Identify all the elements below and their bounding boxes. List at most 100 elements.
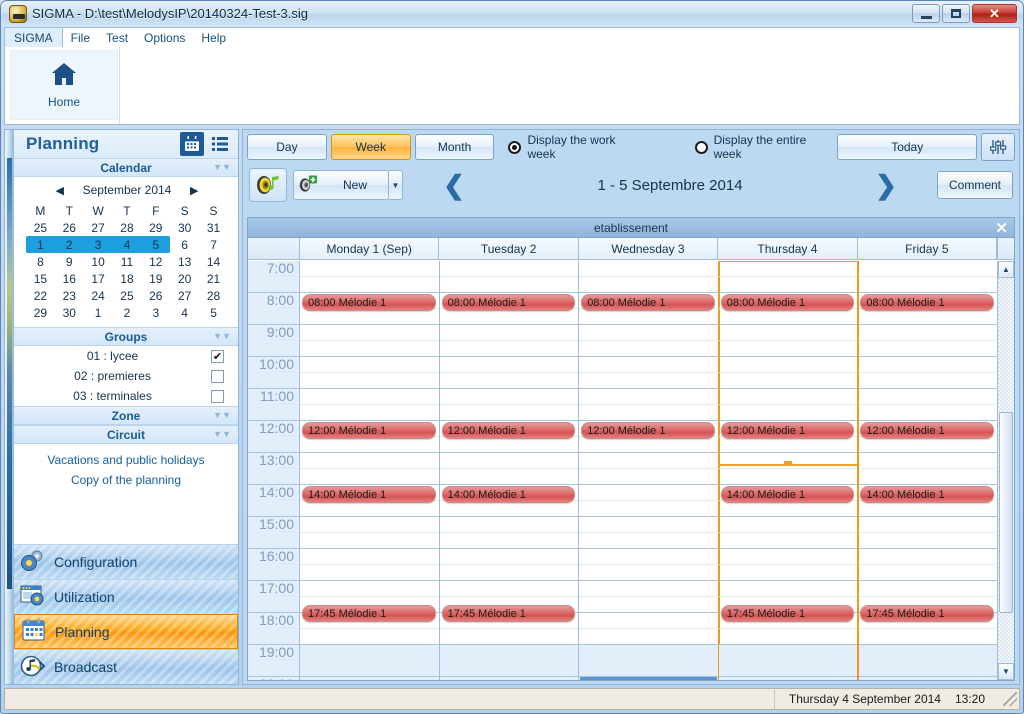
calendar-cell[interactable] [300,645,439,677]
calendar-day-cell[interactable]: 3 [141,304,170,321]
calendar-event[interactable]: 17:45 Mélodie 1 [720,605,855,623]
next-week-button[interactable]: ❯ [875,170,897,200]
radio-work-week[interactable]: Display the work week [508,133,646,161]
calendar-cell[interactable] [579,613,718,645]
calendar-cell[interactable] [718,549,858,581]
menu-item-help[interactable]: Help [193,31,234,45]
scroll-down-button[interactable]: ▼ [998,663,1014,680]
view-button-month[interactable]: Month [414,134,495,160]
calendar-cell[interactable] [300,389,439,421]
calendar-day-cell[interactable]: 2 [113,304,142,321]
calendar-cell[interactable] [300,261,439,293]
calendar-day-cell[interactable]: 20 [170,270,199,287]
new-button[interactable]: New [293,170,389,200]
calendar-cell[interactable] [439,549,579,581]
calendar-cell[interactable] [579,549,718,581]
calendar-day-cell[interactable]: 6 [170,236,199,253]
calendar-cell[interactable] [718,261,858,293]
calendar-day-cell[interactable]: 22 [26,287,55,304]
calendar-cell[interactable] [579,645,718,677]
calendar-cell[interactable] [579,581,718,613]
day-column-friday[interactable]: 08:00 Mélodie 1 12:00 Mélodie 1 14:00 Mélo… [858,261,997,680]
view-button-week[interactable]: Week [330,134,411,160]
calendar-day-cell[interactable]: 5 [141,236,171,253]
calendar-cell[interactable] [718,645,858,677]
day-header-tuesday[interactable]: Tuesday 2 [439,238,579,259]
calendar-event[interactable]: 12:00 Mélodie 1 [860,422,994,439]
calendar-event[interactable]: 17:45 Mélodie 1 [441,605,576,623]
calendar-cell[interactable] [579,325,718,357]
calendar-event[interactable]: 14:00 Mélodie 1 [860,486,994,503]
menu-item-test[interactable]: Test [98,31,136,45]
calendar-day-cell[interactable]: 9 [55,253,84,270]
sidebar-nav-item-broadcast[interactable]: Broadcast [14,649,238,684]
calendar-cell[interactable] [439,389,579,421]
calendar-event[interactable]: 08:00 Mélodie 1 [441,294,576,311]
calendar-event[interactable]: 12:00 Mélodie 1 [302,422,436,439]
view-button-day[interactable]: Day [247,134,327,160]
calendar-event[interactable]: 17:45 Mélodie 1 [860,605,994,623]
calendar-day-cell[interactable]: 10 [84,253,113,270]
calendar-cell[interactable] [718,325,858,357]
radio-entire-week[interactable]: Display the entire week [694,133,838,161]
calendar-day-cell[interactable]: 8 [26,253,55,270]
calendar-day-cell[interactable]: 15 [26,270,55,287]
calendar-day-cell[interactable]: 1 [84,304,113,321]
calendar-day-cell[interactable]: 19 [141,270,170,287]
sidebar-section-calendar[interactable]: Calendar ▼▼ [14,158,238,177]
group-row[interactable]: 01 : lycee ✔ [14,346,238,366]
group-checkbox[interactable] [211,389,224,403]
calendar-day-cell[interactable]: 1 [26,236,55,253]
calendar-cell[interactable] [718,517,858,549]
calendar-day-cell[interactable]: 5 [199,304,228,321]
calendar-cell[interactable] [300,325,439,357]
link-copy-planning[interactable]: Copy of the planning [14,470,238,490]
calendar-event[interactable]: 14:00 Mélodie 1 [720,486,855,503]
day-column-tuesday[interactable]: 08:00 Mélodie 1 12:00 Mélodie 1 14:00 Mélo… [439,261,580,680]
sidebar-nav-item-utilization[interactable]: Utilization [14,579,238,614]
close-button[interactable]: ✕ [972,4,1017,23]
calendar-cell[interactable] [718,677,858,680]
calendar-day-cell[interactable]: 13 [170,253,199,270]
today-button[interactable]: Today [837,134,978,160]
calendar-cell[interactable] [718,389,858,421]
new-dropdown-button[interactable]: ▼ [389,170,403,200]
calendar-cell[interactable] [858,261,997,293]
sidebar-section-circuit[interactable]: Circuit ▼▼ [14,425,238,444]
day-header-thursday[interactable]: Thursday 4 [718,238,858,259]
calendar-event[interactable]: 14:00 Mélodie 1 [441,486,576,503]
calendar-day-cell[interactable]: 23 [55,287,84,304]
calendar-day-cell[interactable]: 11 [113,253,142,270]
scroll-up-button[interactable]: ▲ [998,261,1014,278]
calendar-event[interactable]: 12:00 Mélodie 1 [720,422,855,439]
calendar-cell[interactable] [858,357,997,389]
calendar-cell[interactable] [718,357,858,389]
calendar-event[interactable]: 12:00 Mélodie 1 [581,422,715,439]
calendar-cell[interactable] [439,453,579,485]
calendar-cell[interactable] [858,677,997,680]
calendar-cell[interactable] [579,453,718,485]
calendar-event[interactable]: 12:00 Mélodie 1 [441,422,576,439]
day-column-monday[interactable]: 08:00 Mélodie 1 12:00 Mélodie 1 14:00 Mélo… [300,261,440,680]
calendar-prev-month-button[interactable]: ◀ [56,184,64,197]
group-checkbox[interactable]: ✔ [211,349,224,363]
calendar-cell[interactable] [439,677,579,680]
day-column-thursday[interactable]: 08:00 Mélodie 1 12:00 Mélodie 1 14:00 Mélo… [717,261,860,680]
calendar-day-cell[interactable]: 16 [55,270,84,287]
group-row[interactable]: 03 : terminales [14,386,238,406]
calendar-cell[interactable] [300,517,439,549]
speaker-music-icon[interactable] [249,168,287,202]
calendar-vertical-scrollbar[interactable]: ▲ ▼ [997,261,1014,680]
calendar-day-cell[interactable]: 30 [170,219,199,236]
sidebar-nav-item-configuration[interactable]: Configuration [14,544,238,579]
calendar-day-cell[interactable]: 18 [113,270,142,287]
calendar-cell[interactable] [439,325,579,357]
calendar-cell[interactable] [858,453,997,485]
close-icon[interactable]: ✕ [995,219,1008,237]
list-view-icon[interactable] [208,132,232,156]
calendar-event[interactable]: 08:00 Mélodie 1 [860,294,994,311]
comment-button[interactable]: Comment [937,171,1013,199]
sidebar-section-groups[interactable]: Groups ▼▼ [14,327,238,346]
calendar-day-cell[interactable]: 12 [141,253,170,270]
calendar-cell[interactable] [718,453,858,485]
